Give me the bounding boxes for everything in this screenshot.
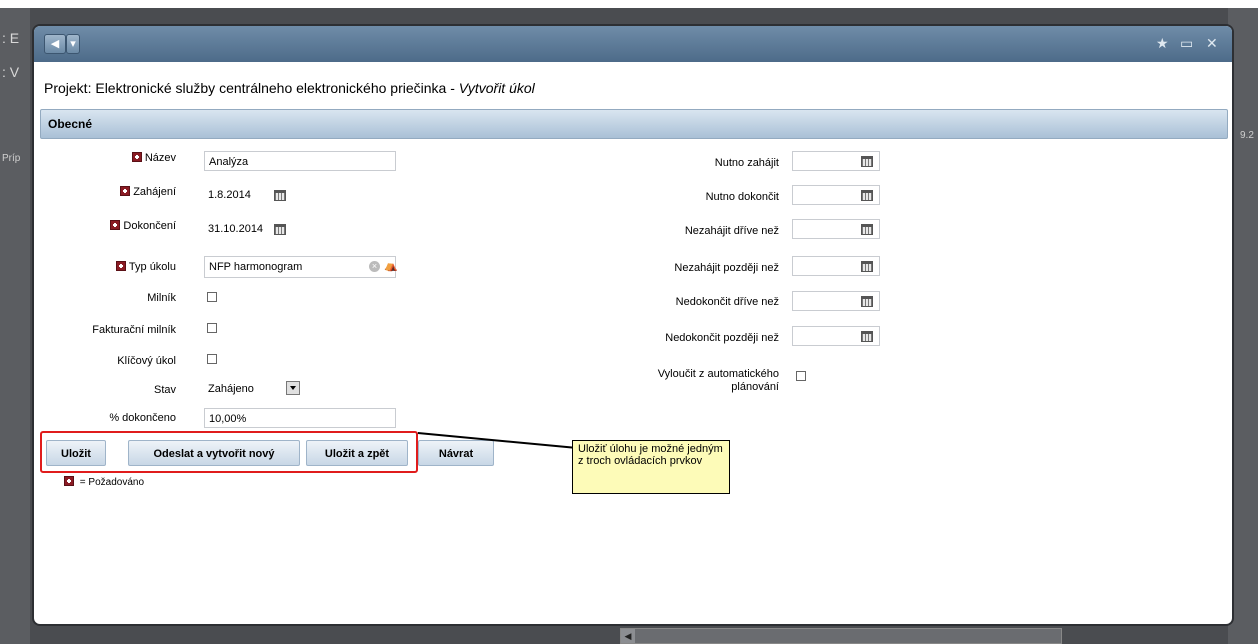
calendar-icon[interactable]	[861, 224, 873, 235]
fakturacni-milnik-label: Fakturační milník	[92, 324, 176, 336]
dokonceni-label: Dokončení	[110, 220, 176, 232]
calendar-icon[interactable]	[861, 156, 873, 167]
klicovy-ukol-label: Klíčový úkol	[117, 355, 176, 367]
background-text: Príp	[2, 153, 21, 164]
nedokoncit-pozdeji-label: Nedokončit později než	[665, 332, 779, 344]
milnik-label: Milník	[147, 292, 176, 304]
dokonceno-label: % dokončeno	[109, 412, 176, 424]
fakturacni-milnik-checkbox[interactable]	[207, 323, 217, 333]
chevron-down-icon[interactable]	[286, 381, 300, 395]
section-title: Obecné	[48, 117, 93, 131]
nezahajit-pozdeji-label: Nezahájit později než	[674, 262, 779, 274]
typ-ukolu-label: Typ úkolu	[115, 261, 176, 273]
stav-value: Zahájeno	[208, 383, 254, 395]
required-icon	[115, 261, 126, 271]
return-button[interactable]: Návrat	[418, 440, 494, 466]
page-title-action: Vytvořit úkol	[458, 80, 535, 96]
milnik-checkbox[interactable]	[207, 292, 217, 302]
nedokoncit-drive-label: Nedokončit dříve než	[675, 296, 779, 308]
modal-window: ◀ ▾ ★ ▭ ✕ Projekt: Elektronické služby c…	[34, 26, 1232, 624]
background-text: 9.2	[1240, 130, 1254, 141]
annotation-highlight-box	[40, 431, 418, 473]
background-text: : V	[2, 64, 20, 80]
stav-select[interactable]: Zahájeno	[204, 380, 302, 398]
page-title: Projekt: Elektronické služby centrálneho…	[44, 80, 535, 96]
background-left-panel	[0, 8, 30, 644]
calendar-icon[interactable]	[274, 190, 286, 201]
nutno-zahajit-label: Nutno zahájit	[714, 157, 779, 169]
nazev-label: Název	[131, 152, 176, 164]
required-icon	[131, 152, 142, 162]
scroll-left-icon: ◀	[621, 629, 635, 643]
required-icon	[64, 476, 74, 486]
calendar-icon[interactable]	[861, 261, 873, 272]
section-header[interactable]: Obecné	[40, 109, 1228, 139]
vyloucit-label: Vyloučit z automatického plánování	[657, 368, 779, 393]
dokonceno-input[interactable]: 10,00%	[204, 408, 396, 428]
required-legend: = Požadováno	[64, 476, 144, 488]
maximize-icon[interactable]: ▭	[1180, 35, 1193, 52]
calendar-icon[interactable]	[861, 331, 873, 342]
klicovy-ukol-checkbox[interactable]	[207, 354, 217, 364]
required-icon	[110, 220, 121, 230]
typ-ukolu-input[interactable]: NFP harmonogram	[204, 256, 396, 278]
calendar-icon[interactable]	[861, 190, 873, 201]
binoculars-search-icon[interactable]: ⛺	[384, 259, 398, 272]
vyloucit-checkbox[interactable]	[796, 371, 806, 381]
nutno-dokoncit-label: Nutno dokončit	[705, 191, 779, 203]
required-icon	[120, 186, 131, 196]
zahajeni-label: Zahájení	[120, 186, 176, 198]
stav-label: Stav	[153, 384, 176, 396]
background-scrollbar: ◀	[620, 628, 1062, 644]
back-button[interactable]: ◀	[44, 34, 66, 54]
annotation-callout: Uložiť úlohu je možné jedným z troch ovl…	[572, 440, 730, 494]
nazev-input[interactable]: Analýza	[204, 151, 396, 171]
calendar-icon[interactable]	[274, 224, 286, 235]
background-right-panel	[1228, 8, 1258, 644]
page-title-prefix: Projekt: Elektronické služby centrálneho…	[44, 80, 459, 96]
nezahajit-drive-label: Nezahájit dříve než	[684, 225, 779, 237]
favorite-star-icon[interactable]: ★	[1156, 35, 1169, 52]
clear-icon[interactable]: ×	[369, 261, 380, 272]
close-icon[interactable]: ✕	[1206, 35, 1218, 52]
background-text: : E	[2, 30, 20, 46]
calendar-icon[interactable]	[861, 296, 873, 307]
history-dropdown-button[interactable]: ▾	[66, 34, 80, 54]
window-titlebar: ◀ ▾ ★ ▭ ✕	[34, 26, 1232, 62]
